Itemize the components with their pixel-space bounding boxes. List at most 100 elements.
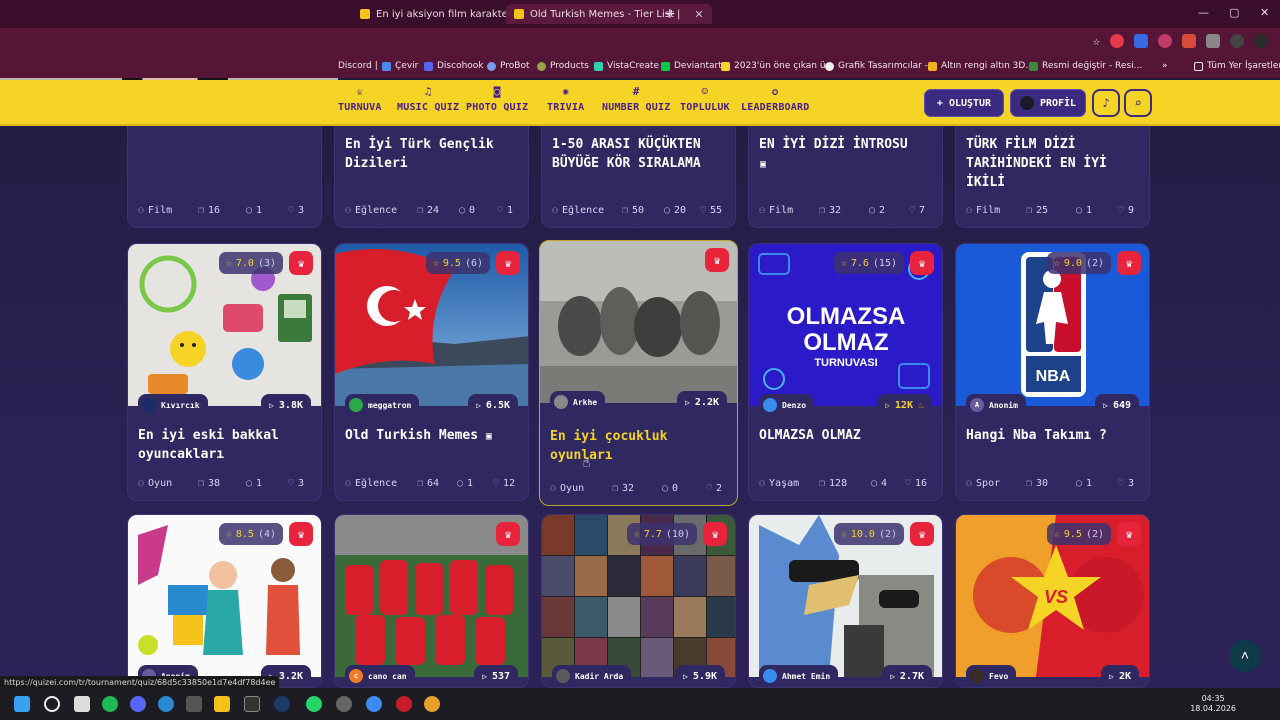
author-chip[interactable]: Ahmet Emin (759, 665, 839, 687)
star-icon[interactable]: ☆ (1093, 34, 1100, 48)
crown-icon[interactable]: ♛ (496, 251, 520, 275)
quiz-card[interactable]: ☆8.5(4) ♛ Anonim ▷3.2K (127, 514, 322, 688)
author-chip[interactable]: Fevo (966, 665, 1017, 687)
crown-icon[interactable]: ♛ (705, 248, 729, 272)
bookmark[interactable]: Grafik Tasarımcılar -... (825, 61, 936, 71)
author-chip[interactable]: c cano can (345, 665, 415, 687)
author-chip[interactable]: Kıvırcık (138, 394, 208, 416)
epic-games-icon[interactable] (244, 696, 260, 712)
bookmark[interactable]: Altın rengi altın 3D... (928, 61, 1034, 71)
author-chip[interactable]: Arkhe (550, 391, 606, 413)
extension-icon[interactable] (1110, 34, 1124, 48)
author-chip[interactable]: meggatron (345, 394, 420, 416)
quiz-card[interactable]: OLMAZSA OLMAZ TURNUVASI ☆ 7.6 (15) ♛ Denzo… (748, 243, 943, 501)
bookmark[interactable]: Discord | (338, 61, 378, 71)
discord-icon[interactable] (130, 696, 146, 712)
maximize-button[interactable]: ▢ (1229, 6, 1239, 19)
bell-icon: ♪ (1102, 96, 1110, 110)
nav-item-topluluk[interactable]: ☺ TOPLULUK (680, 86, 730, 114)
all-bookmarks-button[interactable]: Tüm Yer İşaretleri (1194, 61, 1280, 71)
bookmark[interactable]: Resmi değiştir - Resi... (1029, 61, 1142, 71)
quiz-card[interactable]: ♛ c cano can ▷ 537 (334, 514, 529, 688)
steam-icon[interactable] (274, 696, 290, 712)
opera-icon[interactable] (396, 696, 412, 712)
bookmark[interactable]: VistaCreate (594, 61, 659, 71)
card-meta: ⚇ Oyun ❐ 32 ◯ 0 ♡ 2 (550, 480, 727, 496)
author-chip[interactable]: Kadir Arda (552, 665, 632, 687)
profile-button[interactable]: PROFİL (1010, 89, 1086, 117)
close-icon[interactable]: ✕ (694, 8, 703, 21)
bookmark[interactable]: Çevir (382, 61, 418, 71)
bookmark[interactable]: 2023'ün öne çıkan ü... (721, 61, 834, 71)
bookmark[interactable]: ProBot (487, 61, 530, 71)
avatar[interactable] (1254, 34, 1268, 48)
crown-icon[interactable]: ♛ (910, 251, 934, 275)
quiz-card[interactable]: 1-50 ARASI KÜÇÜKTEN BÜYÜĞE KÖR SIRALAMA … (541, 126, 736, 228)
item-count: ❐ 128 (819, 477, 848, 489)
item-count: ❐ 32 (612, 482, 635, 494)
taskbar-clock[interactable]: 04:35 18.04.2026 (1190, 694, 1236, 714)
rating-badge: ☆ 7.6 (15) (833, 252, 904, 274)
puzzle-icon[interactable] (1206, 34, 1220, 48)
crown-icon[interactable]: ♛ (289, 522, 313, 546)
quiz-card[interactable]: ⚇ Film ❐ 16 ◯ 1 ♡ 3 (127, 126, 322, 228)
quiz-card[interactable]: EN İYİ DİZİ İNTROSU ▣ ⚇ Film ❐ 32 ◯ 2 ♡ 7 (748, 126, 943, 228)
quiz-card[interactable]: ☆ 10.0 (2) ♛ Ahmet Emin ▷ 2.7K (748, 514, 943, 688)
quiz-card[interactable]: VS ☆ 9.5 (2) ♛ Fevo ▷ 2K (955, 514, 1150, 688)
crown-icon[interactable]: ♛ (1117, 522, 1141, 546)
quiz-card[interactable]: ☆ 7.7 (10) ♛ Kadir Arda ▷ 5.9K (541, 514, 736, 688)
quiz-card[interactable]: ☆ 9.5 (6) ♛ meggatron ▷ 6.5K Old Turkish Me… (334, 243, 529, 501)
bookmark[interactable]: Discohook (424, 61, 484, 71)
star-icon: ☆ (840, 257, 847, 269)
chrome-icon[interactable] (424, 696, 440, 712)
nav-item-leaderboard[interactable]: ✪ LEADERBOARD (741, 86, 809, 114)
nav-item-photo-quiz[interactable]: ◙ PHOTO QUIZ (466, 86, 528, 114)
crown-icon[interactable]: ♛ (910, 522, 934, 546)
nav-item-turnuva[interactable]: ♕ TURNUVA (338, 86, 382, 114)
bookmark[interactable]: Deviantart (661, 61, 722, 71)
extension-icon[interactable] (1158, 34, 1172, 48)
bookmark[interactable]: Products (537, 61, 589, 71)
crown-icon[interactable]: ♛ (1117, 251, 1141, 275)
whatsapp-icon[interactable] (306, 696, 322, 712)
browser-tab-active[interactable]: Old Turkish Memes - Tier List | ✕ (506, 4, 712, 24)
spotify-icon[interactable] (102, 696, 118, 712)
nav-item-trivia[interactable]: ✺ TRIVIA (547, 86, 584, 114)
app-icon[interactable] (366, 696, 382, 712)
extension-icon[interactable] (1182, 34, 1196, 48)
address-bar[interactable]: ☆ (0, 28, 1280, 56)
author-chip[interactable]: Denzo (759, 394, 815, 416)
search-icon[interactable] (44, 696, 60, 712)
play-icon: ▷ (683, 671, 688, 681)
app-icon[interactable] (336, 696, 352, 712)
app-icon[interactable] (186, 696, 202, 712)
nav-item-number-quiz[interactable]: # NUMBER QUIZ (602, 86, 670, 114)
create-button[interactable]: + OLUŞTUR (924, 89, 1004, 117)
crown-icon[interactable]: ♛ (496, 522, 520, 546)
menu-icon[interactable] (1230, 34, 1244, 48)
edge-icon[interactable] (158, 696, 174, 712)
bookmarks-overflow-button[interactable]: » (1162, 61, 1168, 71)
task-view-icon[interactable] (74, 696, 90, 712)
folder-icon[interactable] (214, 696, 230, 712)
nav-item-music-quiz[interactable]: ♫ MUSIC QUIZ (397, 86, 459, 114)
chevron-up-icon: ˄ (1240, 647, 1250, 664)
crown-icon[interactable]: ♛ (289, 251, 313, 275)
thumb-text: TURNUVASI (814, 357, 877, 369)
quiz-card[interactable]: En İyi Türk Gençlik Dizileri ⚇ Eğlence ❐ 2… (334, 126, 529, 228)
new-tab-button[interactable]: + (664, 6, 676, 22)
search-button[interactable]: ⌕ (1124, 89, 1152, 117)
quiz-card[interactable]: NBA ☆ 9.0 (2) ♛ A Anonim ▷ 649 Hangi Nba Tak… (955, 243, 1150, 501)
windows-start-icon[interactable] (14, 696, 30, 712)
author-chip[interactable]: A Anonim (966, 394, 1026, 416)
quiz-card-hovered[interactable]: ♛ Arkhe ▷ 2.2K En iyi çocukluk oyunları ⚇… (539, 240, 738, 506)
quiz-card[interactable]: ☆ 7.0 (3) ♛ Kıvırcık ▷ 3.8K En iyi eski bak… (127, 243, 322, 501)
minimize-button[interactable]: — (1198, 6, 1209, 19)
translate-icon[interactable] (1134, 34, 1148, 48)
avatar (763, 398, 777, 412)
scroll-to-top-button[interactable]: ˄ (1229, 640, 1261, 672)
notifications-button[interactable]: ♪ (1092, 89, 1120, 117)
close-window-button[interactable]: ✕ (1260, 6, 1269, 19)
crown-icon[interactable]: ♛ (703, 522, 727, 546)
quiz-card[interactable]: TÜRK FİLM DİZİ TARİHİNDEKİ EN İYİ İKİLİ … (955, 126, 1150, 228)
